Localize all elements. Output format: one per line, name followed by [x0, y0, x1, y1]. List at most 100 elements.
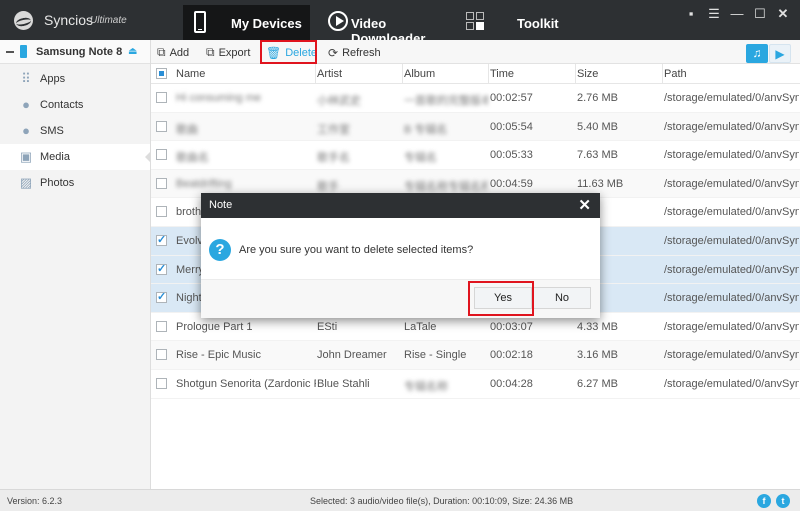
select-all-checkbox[interactable] — [156, 68, 167, 79]
cell-album: 专辑名称 — [404, 380, 448, 393]
facebook-icon[interactable]: f — [757, 494, 771, 508]
cell-path: /storage/emulated/0/anvSyncDro... — [664, 377, 799, 390]
cell-album: Rise - Single — [404, 349, 467, 362]
sidebar-item-media[interactable]: ▣ Media — [0, 144, 151, 170]
cell-size: 6.27 MB — [577, 377, 618, 390]
delete-button[interactable]: 🗑 Delete — [266, 44, 317, 61]
sidebar-item-apps[interactable]: ⠿ Apps — [0, 66, 150, 92]
contact-icon: ● — [22, 97, 30, 112]
column-header-path[interactable]: Path — [664, 68, 799, 80]
cell-size: 2.76 MB — [577, 92, 618, 104]
cell-album: 一首歌的完整版本 — [404, 95, 488, 107]
photo-icon: ▨ — [19, 175, 33, 190]
cell-time: 00:04:28 — [490, 377, 533, 390]
yes-button[interactable]: Yes — [474, 287, 532, 309]
dialog-message: Are you sure you want to delete selected… — [239, 244, 474, 256]
cell-artist: Blue Stahli — [317, 377, 370, 390]
column-divider[interactable] — [402, 64, 403, 84]
refresh-button[interactable]: ⟳ Refresh — [328, 44, 381, 61]
eject-icon[interactable]: ⏏ — [128, 46, 137, 57]
column-divider[interactable] — [662, 64, 663, 84]
play-circle-icon — [328, 11, 348, 31]
cell-artist: 歌手名 — [317, 152, 350, 165]
add-icon: ⧉ — [157, 45, 166, 59]
maximize-button[interactable]: ☐ — [750, 6, 770, 22]
row-checkbox[interactable] — [156, 349, 167, 361]
trash-icon: 🗑 — [266, 45, 282, 60]
music-toggle-button[interactable]: ♫ — [746, 44, 768, 63]
cell-path: /storage/emulated/0/anvSyncDro... — [664, 92, 799, 104]
question-icon: ? — [209, 239, 231, 261]
no-button[interactable]: No — [533, 287, 591, 309]
delete-label: Delete — [285, 46, 318, 59]
column-divider[interactable] — [575, 64, 576, 84]
table-row[interactable]: 歌曲 工作室 B 专辑名 00:05:54 5.40 MB/storage/emulat… — [151, 112, 800, 142]
row-checkbox[interactable] — [156, 377, 167, 389]
device-selector[interactable]: Samsung Note 8 ⏏ — [0, 40, 150, 64]
status-bar: Version: 6.2.3 Selected: 3 audio/video f… — [0, 489, 800, 511]
row-checkbox[interactable] — [156, 120, 167, 132]
sidebar-item-label: Contacts — [40, 99, 84, 111]
table-row[interactable]: Rise - Epic Music John Dreamer Rise - Sing… — [151, 341, 800, 370]
dialog-close-icon[interactable]: ✕ — [578, 196, 591, 214]
row-checkbox[interactable] — [156, 233, 167, 246]
add-label: Add — [169, 46, 190, 59]
column-divider[interactable] — [315, 64, 316, 84]
cell-time: 00:05:54 — [490, 120, 533, 133]
cell-name: 歌曲名 — [176, 152, 209, 165]
export-button[interactable]: ⧉ Export — [206, 44, 250, 61]
sidebar-item-photos[interactable]: ▨ Photos — [0, 170, 150, 196]
row-checkbox[interactable] — [156, 92, 167, 103]
column-header-size[interactable]: Size — [577, 68, 598, 80]
cell-size: 3.16 MB — [577, 349, 618, 362]
sidebar-item-sms[interactable]: ● SMS — [0, 118, 150, 144]
row-checkbox[interactable] — [156, 290, 167, 304]
column-header-artist[interactable]: Artist — [317, 68, 399, 80]
column-header-time[interactable]: Time — [490, 68, 514, 80]
column-header-name[interactable]: Name — [176, 68, 316, 80]
tab-my-devices[interactable]: My Devices — [183, 5, 310, 40]
collapse-icon[interactable] — [6, 51, 14, 53]
cell-album: LaTale — [404, 320, 437, 333]
sidebar: Samsung Note 8 ⏏ ⠿ Apps ● Contacts ● SMS… — [0, 40, 151, 489]
column-header-album[interactable]: Album — [404, 68, 488, 80]
dialog-header: Note ✕ — [201, 193, 600, 218]
menu-icon[interactable]: ☰ — [704, 6, 724, 22]
row-checkbox[interactable] — [156, 177, 167, 189]
cell-time: 00:04:59 — [490, 177, 533, 190]
table-row[interactable]: Shotgun Senorita (Zardonic Remix)Blue St… — [151, 370, 800, 399]
sidebar-item-contacts[interactable]: ● Contacts — [0, 92, 150, 118]
tab-label: My Devices — [231, 16, 302, 31]
add-button[interactable]: ⧉ Add — [157, 44, 189, 61]
cell-artist: 工作室 — [317, 123, 350, 136]
column-divider[interactable] — [488, 64, 489, 84]
cell-size: 4.33 MB — [577, 320, 618, 333]
version-label: Version: 6.2.3 — [7, 496, 63, 506]
table-row[interactable]: Hi consuming me 小林武史 一首歌的完整版本 00:02:57 2.76 … — [151, 84, 800, 113]
minimize-button[interactable]: — — [727, 6, 747, 22]
dialog-body: ? Are you sure you want to delete select… — [201, 218, 600, 280]
cell-artist: John Dreamer — [317, 349, 387, 362]
row-checkbox[interactable] — [156, 149, 167, 161]
tab-toolkit[interactable]: Toolkit — [460, 5, 570, 40]
table-row[interactable]: 歌曲名 歌手名 专辑名 00:05:33 7.63 MB/storage/emulate… — [151, 141, 800, 170]
cell-name: Prologue Part 1 — [176, 320, 253, 333]
row-checkbox[interactable] — [156, 262, 167, 275]
cell-name: Rise - Epic Music — [176, 349, 261, 362]
feedback-icon[interactable]: ▪ — [681, 6, 701, 22]
cell-name: Beatdrifting — [176, 177, 232, 190]
video-toggle-button[interactable]: ▶ — [769, 44, 791, 63]
phone-icon — [194, 11, 206, 33]
close-button[interactable]: ✕ — [773, 6, 793, 22]
cell-size: 5.40 MB — [577, 120, 618, 133]
row-checkbox[interactable] — [156, 206, 167, 218]
twitter-icon[interactable]: t — [776, 494, 790, 508]
title-bar: Syncios Ultimate My Devices Video Downlo… — [0, 0, 800, 46]
sidebar-item-label: Apps — [40, 73, 66, 85]
cell-artist: 歌手 — [317, 180, 339, 193]
row-checkbox[interactable] — [156, 320, 167, 332]
tab-video-downloader[interactable]: Video Downloader — [320, 5, 450, 46]
cell-name: 歌曲 — [176, 123, 198, 136]
export-icon: ⧉ — [206, 45, 215, 59]
tv-media-icon: ▣ — [19, 149, 33, 164]
